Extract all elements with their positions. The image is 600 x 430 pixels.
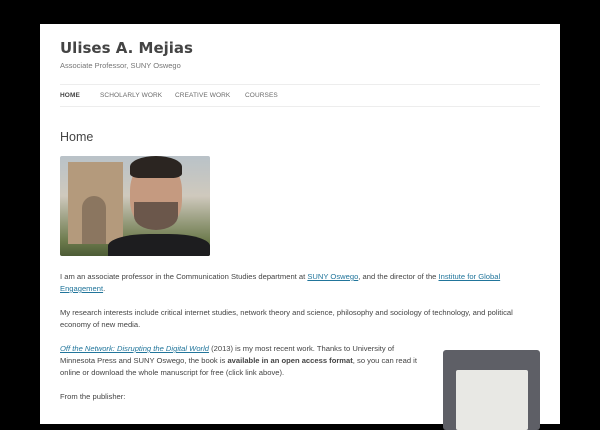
intro-paragraph: I am an associate professor in the Commu… (60, 272, 501, 293)
nav-scholarly-work[interactable]: SCHOLARLY WORK (100, 92, 162, 99)
site-title[interactable]: Ulises A. Mejias (60, 39, 193, 57)
nav-courses[interactable]: COURSES (245, 92, 278, 99)
nav-creative-work[interactable]: CREATIVE WORK (175, 92, 230, 99)
suny-oswego-link[interactable]: SUNY Oswego (307, 272, 358, 281)
book-cover-image[interactable] (443, 350, 540, 430)
page: Ulises A. Mejias Associate Professor, SU… (40, 24, 560, 430)
publisher-label: From the publisher: (60, 392, 126, 401)
page-title: Home (60, 130, 94, 144)
book-link[interactable]: Off the Network: Disrupting the Digital … (60, 344, 209, 353)
site-tagline: Associate Professor, SUNY Oswego (60, 61, 181, 70)
nav-home[interactable]: HOME (60, 92, 80, 99)
profile-photo (60, 156, 210, 256)
research-paragraph: My research interests include critical i… (60, 308, 513, 329)
main-nav: HOME SCHOLARLY WORK CREATIVE WORK COURSE… (60, 84, 540, 107)
book-paragraph: Off the Network: Disrupting the Digital … (60, 344, 417, 377)
